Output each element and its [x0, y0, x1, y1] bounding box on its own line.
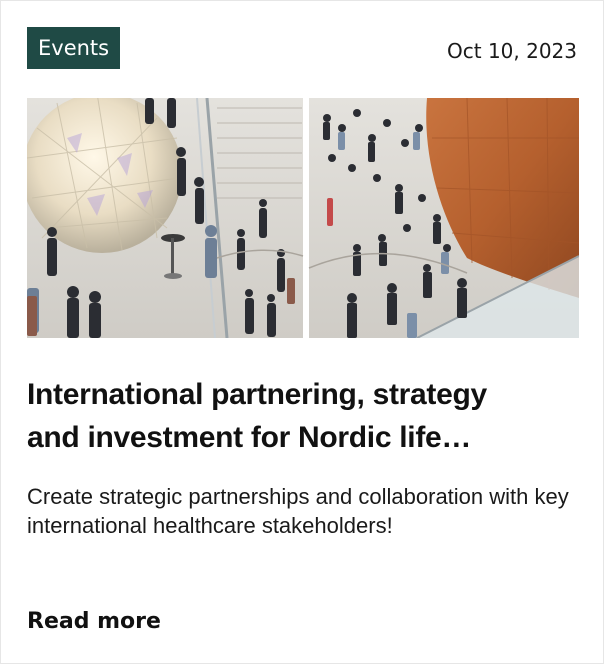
event-title-line-2: and investment for Nordic life… [27, 421, 472, 454]
event-description: Create strategic partnerships and collab… [27, 484, 569, 538]
event-title[interactable]: International partnering, strategy and i… [27, 373, 579, 459]
category-badge: Events [27, 27, 121, 69]
read-more-link[interactable]: Read more [27, 609, 161, 634]
conference-crowd-image [27, 98, 579, 338]
event-photo[interactable] [27, 98, 579, 338]
event-card[interactable]: Events Oct 10, 2023 International partne… [0, 0, 604, 664]
event-date: Oct 10, 2023 [447, 39, 577, 63]
event-title-line-1: International partnering, strategy [27, 378, 487, 411]
